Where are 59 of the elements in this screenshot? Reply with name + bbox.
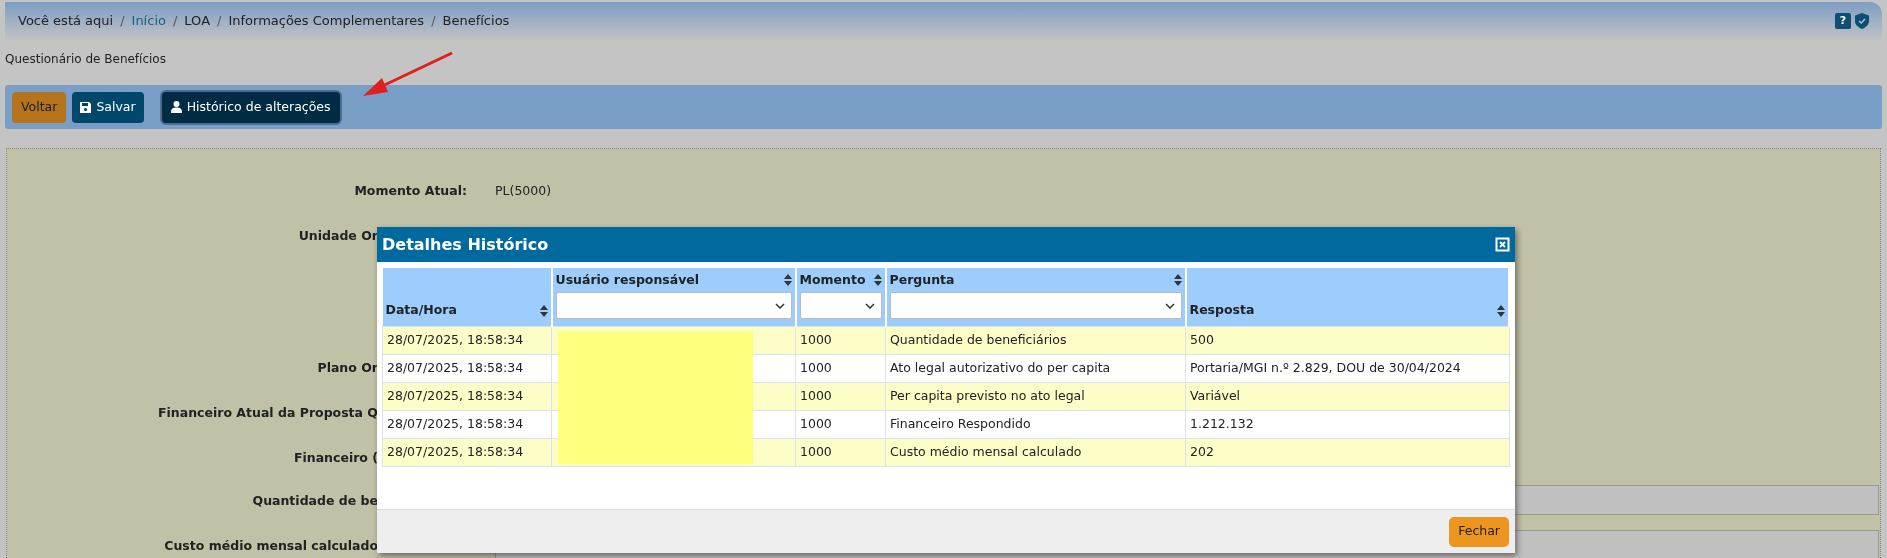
- sort-icon[interactable]: [539, 304, 548, 317]
- field-label: Financeiro (: [293, 449, 378, 467]
- column-header: Momento: [799, 270, 866, 289]
- column-header: Usuário responsável: [555, 270, 700, 289]
- table-cell: 1000: [795, 382, 886, 410]
- table-cell: Variável: [1185, 382, 1509, 410]
- table-cell: Quantidade de beneficiários: [885, 326, 1186, 354]
- sort-icon[interactable]: [873, 274, 882, 286]
- breadcrumb-separator: /: [172, 12, 178, 31]
- field-label: Plano Or: [317, 359, 378, 377]
- breadcrumb-separator: /: [431, 12, 436, 31]
- field-label: Financeiro Atual da Proposta Q: [158, 404, 378, 422]
- table-cell: 1000: [795, 410, 886, 438]
- back-button[interactable]: Voltar: [12, 91, 67, 123]
- help-button[interactable]: ?: [1835, 13, 1851, 29]
- field-label: Momento Atual:: [354, 182, 467, 200]
- breadcrumb-item: LOA: [184, 12, 211, 31]
- table-cell: Portaria/MGI n.º 2.829, DOU de 30/04/2024: [1185, 354, 1509, 382]
- sort-icon[interactable]: [783, 274, 792, 286]
- table-cell: 1000: [795, 438, 886, 466]
- breadcrumb-item: Benefícios: [442, 12, 510, 31]
- breadcrumb-separator: /: [217, 12, 222, 31]
- close-button[interactable]: Fechar: [1449, 516, 1509, 547]
- column-header: Data/Hora: [385, 301, 457, 320]
- table-cell: Per capita previsto no ato legal: [885, 382, 1186, 410]
- dialog-title: Detalhes Histórico: [382, 233, 549, 256]
- table-cell: 1.212.132: [1185, 410, 1509, 438]
- table-cell: 28/07/2025, 18:58:34: [382, 410, 552, 438]
- table-cell: 500: [1185, 326, 1509, 354]
- save-button[interactable]: Salvar: [72, 91, 144, 123]
- table-cell: 28/07/2025, 18:58:34: [382, 438, 552, 466]
- page-title: Questionário de Benefícios: [5, 51, 167, 68]
- table-cell: Ato legal autorizativo do per capita: [885, 354, 1186, 382]
- breadcrumb-item: Informações Complementares: [228, 12, 425, 31]
- field-label: Unidade Or: [298, 227, 378, 245]
- shield-check-icon[interactable]: [1855, 13, 1869, 29]
- field-label: Quantidade de be: [252, 492, 378, 510]
- field-value: PL(5000): [495, 182, 552, 200]
- table-cell: 1000: [795, 326, 886, 354]
- table-cell: Financeiro Respondido: [885, 410, 1186, 438]
- table-cell: 28/07/2025, 18:58:34: [382, 382, 552, 410]
- table-cell: 1000: [795, 354, 886, 382]
- history-button[interactable]: Histórico de alterações: [161, 91, 340, 123]
- breadcrumb-separator: /: [120, 12, 125, 31]
- breadcrumb-prefix: Você está aqui: [18, 12, 114, 31]
- column-header: Pergunta: [889, 270, 955, 289]
- table-cell: 28/07/2025, 18:58:34: [382, 354, 552, 382]
- chevron-down-icon: [774, 302, 785, 309]
- close-icon[interactable]: [1495, 237, 1510, 252]
- sort-icon[interactable]: [1497, 304, 1505, 317]
- user-icon: [170, 101, 182, 113]
- chevron-down-icon: [1164, 302, 1175, 309]
- column-header: Resposta: [1189, 301, 1255, 320]
- sort-icon[interactable]: [1173, 274, 1182, 286]
- table-cell: Custo médio mensal calculado: [885, 438, 1186, 466]
- table-cell: 28/07/2025, 18:58:34: [382, 326, 552, 354]
- field-label: Custo médio mensal calculado: [164, 537, 378, 555]
- chevron-down-icon: [864, 302, 875, 309]
- table-cell: 202: [1185, 438, 1509, 466]
